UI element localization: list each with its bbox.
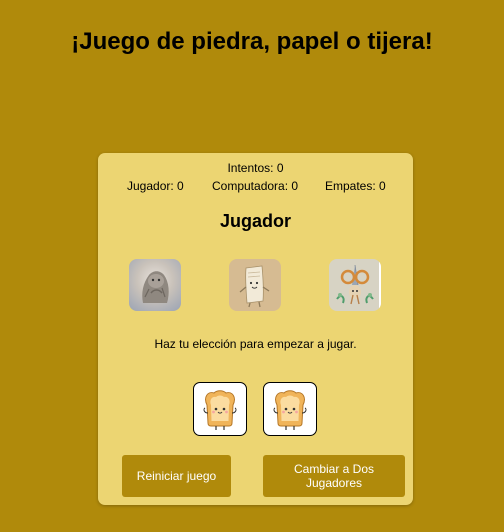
attempts-counter: Intentos: 0 bbox=[227, 161, 284, 175]
choice-paper[interactable] bbox=[229, 259, 281, 311]
player-score: Jugador: 0 bbox=[127, 179, 184, 193]
switch-mode-button[interactable]: Cambiar a Dos Jugadores bbox=[263, 455, 405, 497]
status-message: Haz tu elección para empezar a jugar. bbox=[154, 337, 357, 351]
turn-heading: Jugador bbox=[219, 211, 291, 231]
computer-score: Computadora: 0 bbox=[212, 179, 299, 193]
scissors-icon bbox=[336, 259, 381, 311]
toast-icon bbox=[273, 390, 307, 430]
restart-button[interactable]: Reiniciar juego bbox=[122, 455, 231, 497]
player-result bbox=[193, 382, 247, 436]
rock-icon bbox=[142, 271, 169, 303]
ties-score: Empates: 0 bbox=[325, 179, 386, 193]
choice-scissors[interactable] bbox=[329, 259, 381, 311]
choice-rock[interactable] bbox=[129, 259, 181, 311]
computer-result bbox=[263, 382, 317, 436]
page-title: ¡Juego de piedra, papel o tijera! bbox=[71, 28, 433, 55]
paper-icon bbox=[239, 265, 270, 308]
game-panel: Intentos: 0 Jugador: 0 Computadora: 0 Em… bbox=[98, 153, 413, 505]
toast-icon bbox=[203, 390, 237, 430]
